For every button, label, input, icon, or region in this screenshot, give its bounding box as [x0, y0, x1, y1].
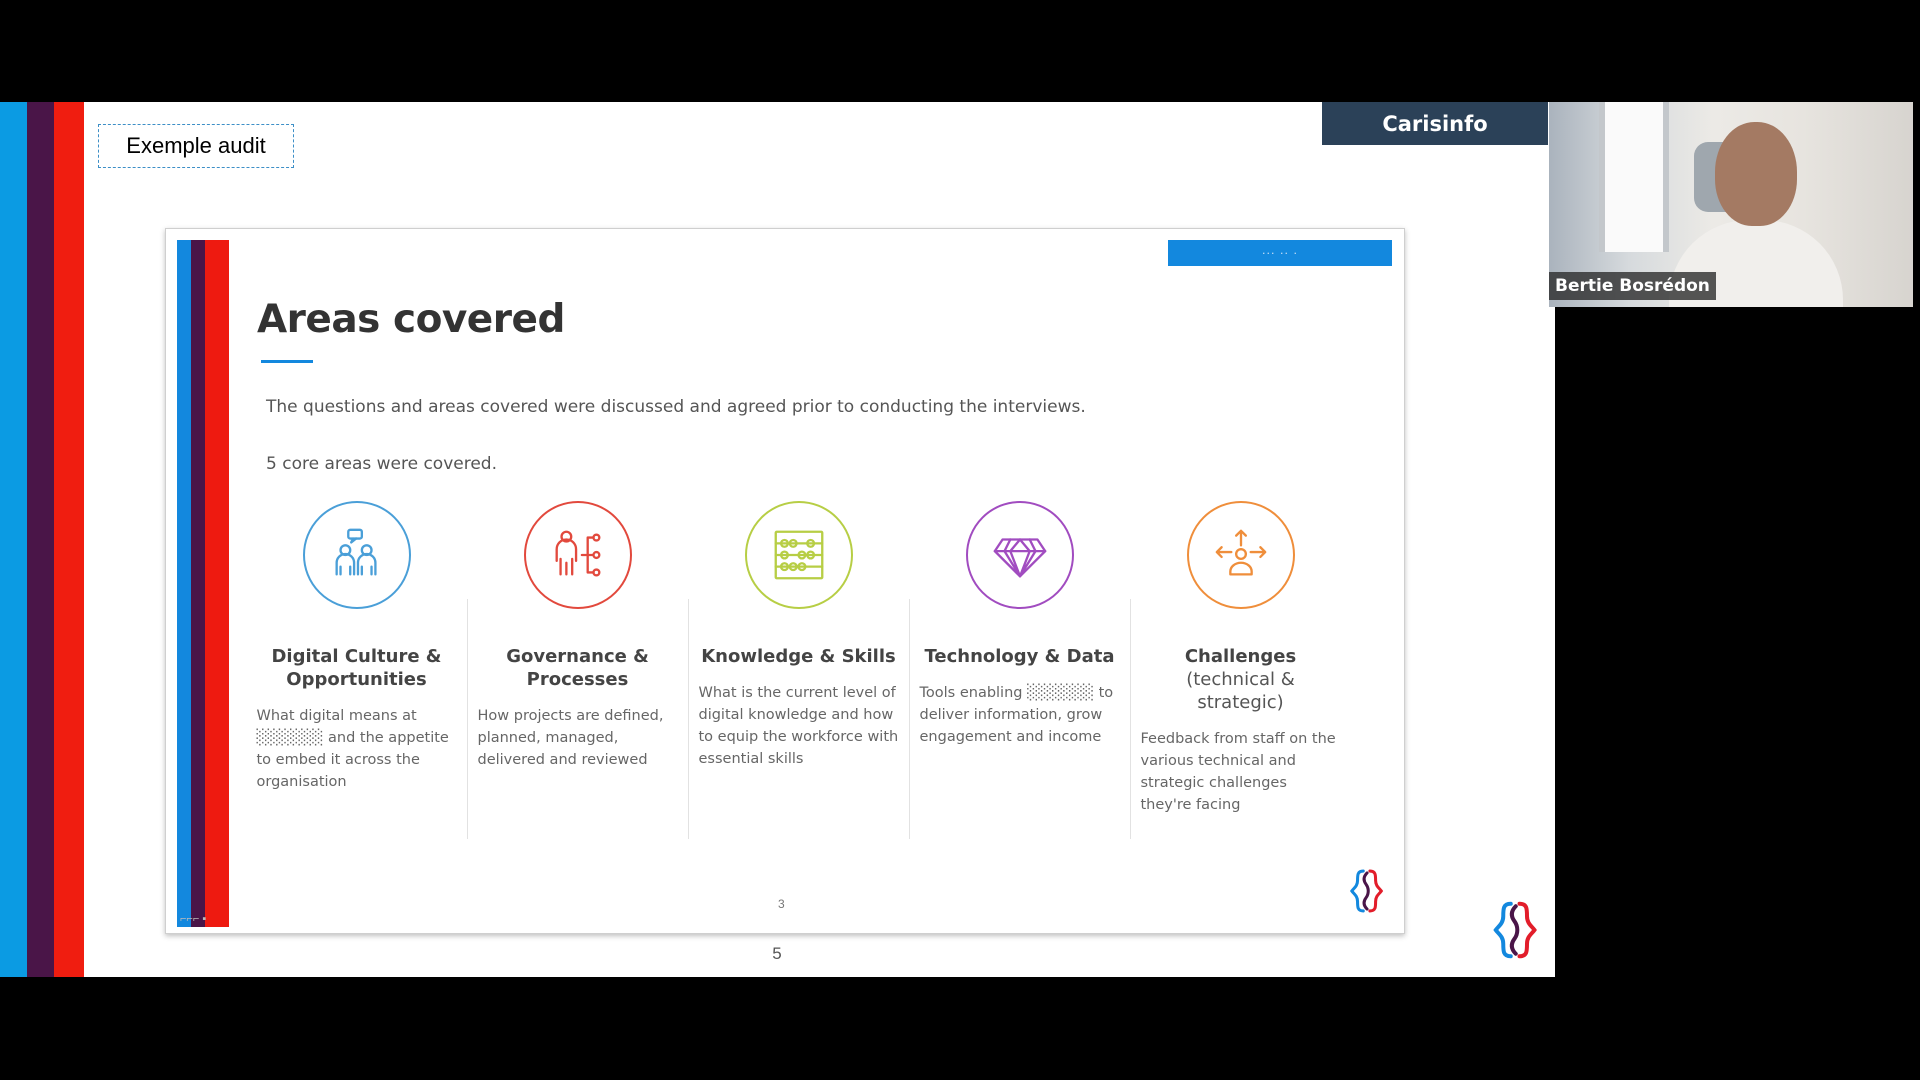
area-subtitle: (technical & strategic)	[1186, 669, 1295, 713]
slide-title: Areas covered	[257, 297, 565, 342]
area-item: Knowledge & Skills What is the current l…	[688, 501, 909, 871]
area-item: Digital Culture & Opportunities What dig…	[246, 501, 467, 871]
people-chat-icon	[302, 501, 411, 609]
person-hierarchy-icon	[523, 501, 632, 609]
area-title: Knowledge & Skills	[701, 646, 896, 667]
slide-page-number: 5	[772, 944, 782, 963]
background-window	[1599, 102, 1669, 252]
areas-list: Digital Culture & Opportunities What dig…	[246, 501, 1386, 871]
person-arrows-icon	[1186, 501, 1295, 609]
area-description: How projects are defined, planned, manag…	[477, 708, 664, 768]
area-description: Tools enabling ░░░░░░ to deliver informa…	[919, 685, 1114, 745]
brackets-logo-icon	[1350, 869, 1384, 913]
meeting-screen: Exemple audit Carisinfo ⌐⌐⌐ ▪ ··· ·· · A…	[0, 0, 1920, 1080]
area-description: Feedback from staff on the various techn…	[1140, 731, 1336, 813]
inner-page-number: 3	[778, 897, 785, 911]
inner-stripe-text: ⌐⌐⌐ ▪	[180, 913, 207, 925]
participant-video-tile[interactable]: Bertie Bosrédon	[1549, 102, 1913, 307]
slide-label-box: Exemple audit	[98, 124, 294, 168]
inner-stripe-blue	[177, 240, 191, 927]
brand-tag: Carisinfo	[1322, 102, 1548, 145]
area-item: Technology & Data Tools enabling ░░░░░░ …	[909, 501, 1130, 871]
brand-stripe-blue	[0, 102, 27, 977]
participant-head	[1715, 122, 1797, 226]
abacus-icon	[744, 501, 853, 609]
participant-name-label: Bertie Bosrédon	[1549, 272, 1716, 300]
brackets-logo-icon	[1493, 901, 1537, 959]
area-title: Challenges	[1184, 646, 1297, 667]
inner-slide-tag: ··· ·· ·	[1168, 240, 1392, 266]
slide-intro-text: The questions and areas covered were dis…	[266, 397, 1086, 417]
area-item: Governance & Processes How projects are …	[467, 501, 688, 871]
area-title: Technology & Data	[924, 646, 1115, 667]
inner-stripe-purple	[191, 240, 205, 927]
shared-slide: Exemple audit Carisinfo ⌐⌐⌐ ▪ ··· ·· · A…	[0, 102, 1555, 977]
area-title: Governance & Processes	[506, 646, 649, 690]
inner-stripe-red	[205, 240, 229, 927]
title-underline	[261, 360, 313, 363]
brand-stripe-red	[54, 102, 84, 977]
core-areas-text: 5 core areas were covered.	[266, 454, 497, 474]
diamond-icon	[965, 501, 1074, 609]
area-item: Challenges (technical & strategic) Feedb…	[1130, 501, 1351, 871]
brand-stripe-purple	[27, 102, 54, 977]
area-description: What is the current level of digital kno…	[698, 685, 899, 767]
area-title: Digital Culture & Opportunities	[271, 646, 442, 690]
embedded-slide: ⌐⌐⌐ ▪ ··· ·· · Areas covered The questio…	[165, 228, 1405, 934]
area-description: What digital means at ░░░░░░ and the app…	[256, 708, 449, 790]
